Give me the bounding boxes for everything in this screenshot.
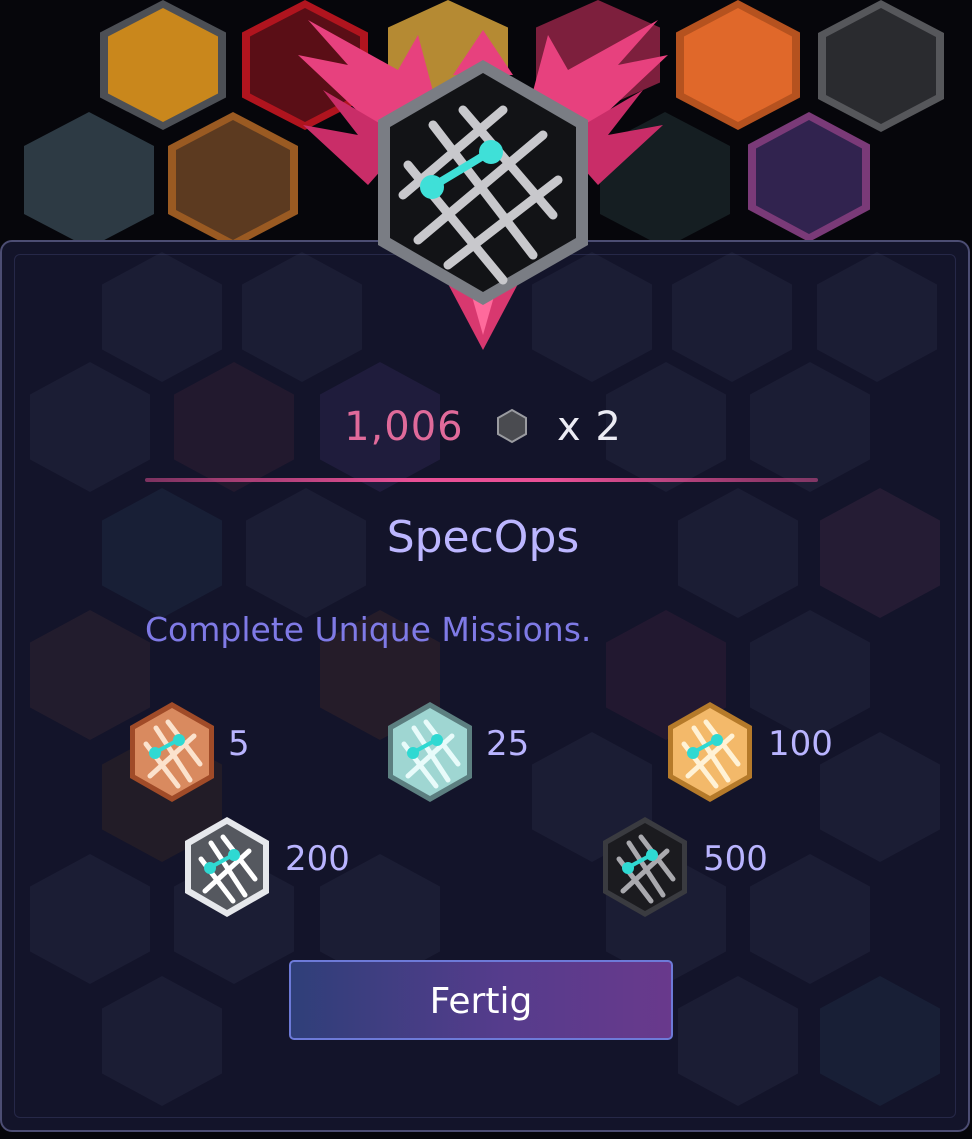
ghost-medal [102, 252, 222, 382]
silver-medal-icon [388, 702, 472, 802]
badge-description: Complete Unique Missions. [145, 610, 592, 649]
ap-value: 1,006 [344, 404, 464, 450]
ghost-medal [820, 732, 940, 862]
ghost-medal [817, 252, 937, 382]
tier-gold: 100 [664, 700, 834, 804]
tier-silver: 25 [384, 700, 544, 804]
specops-badge-icon [288, 15, 678, 355]
tier-platinum: 200 [181, 815, 361, 919]
ap-score-row: 1,006 x 2 [0, 404, 966, 454]
tier-count: 100 [768, 724, 833, 764]
divider [145, 478, 818, 482]
tier-count: 25 [486, 724, 530, 764]
badge-title: SpecOps [386, 512, 580, 563]
tier-count: 200 [285, 839, 350, 879]
multiplier: x 2 [557, 404, 622, 450]
ghost-medal [820, 976, 940, 1106]
ghost-medal [30, 854, 150, 984]
done-button[interactable]: Fertig [289, 960, 673, 1040]
hexagon-icon [495, 408, 529, 454]
onyx-medal-icon [603, 817, 687, 917]
ghost-medal [102, 976, 222, 1106]
tier-onyx: 500 [599, 815, 779, 919]
ghost-medal [672, 252, 792, 382]
ghost-medal [678, 976, 798, 1106]
tier-count: 5 [228, 724, 250, 764]
tier-bronze: 5 [126, 700, 266, 804]
bronze-medal-icon [130, 702, 214, 802]
tier-count: 500 [703, 839, 768, 879]
platinum-medal-icon [185, 817, 269, 917]
gold-medal-icon [668, 702, 752, 802]
